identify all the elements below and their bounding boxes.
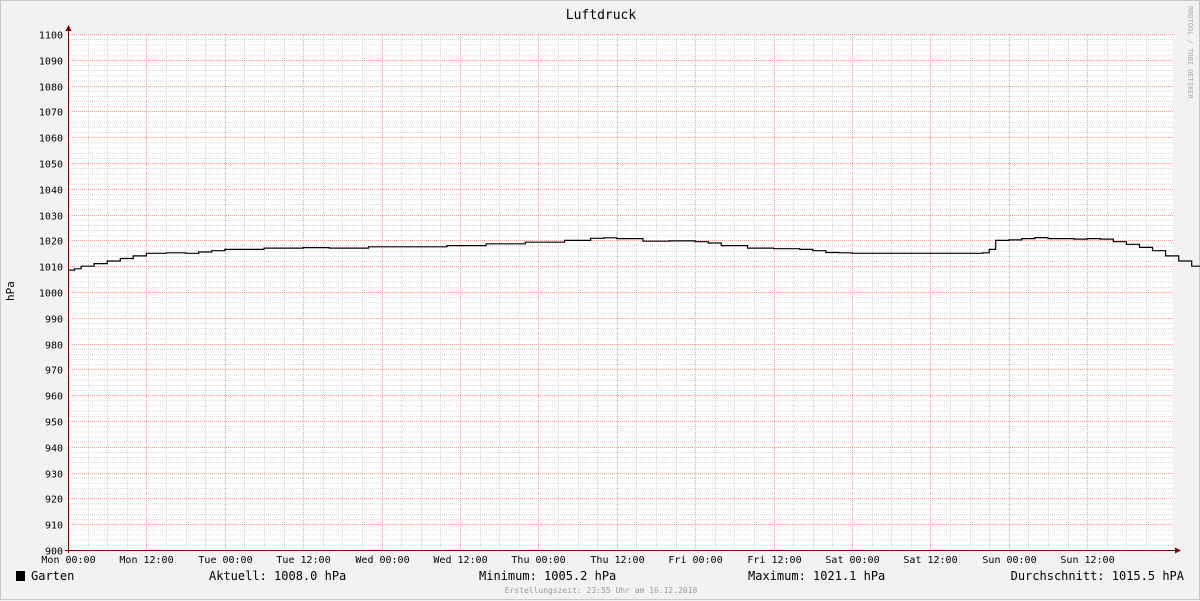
x-tick-label: Fri 00:00 (668, 555, 722, 566)
creation-time: Erstellungszeit: 23:55 Uhr am 16.12.2018 (505, 586, 698, 595)
x-tick-label: Wed 00:00 (355, 555, 409, 566)
stat-maximum: Maximum: 1021.1 hPa (748, 569, 885, 583)
y-tick-label: 1090 (39, 57, 63, 68)
x-tick-label: Mon 00:00 (41, 555, 95, 566)
legend-swatch (16, 571, 25, 581)
x-tick-label: Sun 12:00 (1060, 555, 1114, 566)
x-tick-label: Tue 00:00 (198, 555, 252, 566)
stat-minimum: Minimum: 1005.2 hPa (479, 569, 616, 583)
x-tick-label: Sat 12:00 (903, 555, 957, 566)
y-tick-label: 1020 (39, 237, 63, 248)
y-tick-label: 1070 (39, 108, 63, 119)
legend-series-label: Garten (31, 569, 74, 583)
y-tick-label: 970 (45, 366, 63, 377)
y-tick-label: 1030 (39, 212, 63, 223)
x-tick-label: Wed 12:00 (433, 555, 487, 566)
stat-aktuell: Aktuell: 1008.0 hPa (209, 569, 346, 583)
y-tick-label: 980 (45, 341, 63, 352)
stat-durchschnitt: Durchschnitt: 1015.5 hPA (1011, 569, 1185, 583)
y-tick-label: 930 (45, 470, 63, 481)
y-axis-label: hPa (4, 281, 17, 301)
y-tick-label: 1010 (39, 263, 63, 274)
rrd-graph: 900 910 920 930 940 950 960 970 980 990 1000 1010 10… (0, 0, 1200, 600)
y-tick-label: 950 (45, 418, 63, 429)
chart-title: Luftdruck (566, 8, 637, 23)
x-tick-label: Sat 00:00 (825, 555, 879, 566)
y-tick-label: 990 (45, 315, 63, 326)
y-tick-label: 960 (45, 392, 63, 403)
y-tick-label: 1040 (39, 186, 63, 197)
pressure-chart: 9009109209309409509609709809901000101010… (4, 6, 1200, 595)
x-axis-arrow (1175, 547, 1181, 554)
y-tick-label: 1060 (39, 134, 63, 145)
y-tick-label: 1000 (39, 289, 63, 300)
y-tick-label: 940 (45, 444, 63, 455)
x-tick-label: Mon 12:00 (119, 555, 173, 566)
y-tick-label: 910 (45, 521, 63, 532)
x-tick-label: Thu 12:00 (590, 555, 644, 566)
watermark: RRDTOOL / TOBI OETIKER (1186, 6, 1194, 100)
y-tick-label: 1080 (39, 83, 63, 94)
x-tick-label: Sun 00:00 (982, 555, 1036, 566)
x-tick-label: Thu 00:00 (511, 555, 565, 566)
y-tick-label: 1100 (39, 31, 63, 42)
y-axis-arrow (65, 25, 72, 31)
x-axis-ticks: Mon 00:00 Mon 12:00 Tue 00:00 Tue 12:00 Wed … (41, 555, 1114, 566)
y-tick-label: 1050 (39, 160, 63, 171)
y-axis-ticks: 9009109209309409509609709809901000101010… (39, 31, 63, 558)
x-tick-label: Tue 12:00 (276, 555, 330, 566)
y-tick-label: 920 (45, 495, 63, 506)
x-tick-label: Fri 12:00 (747, 555, 801, 566)
